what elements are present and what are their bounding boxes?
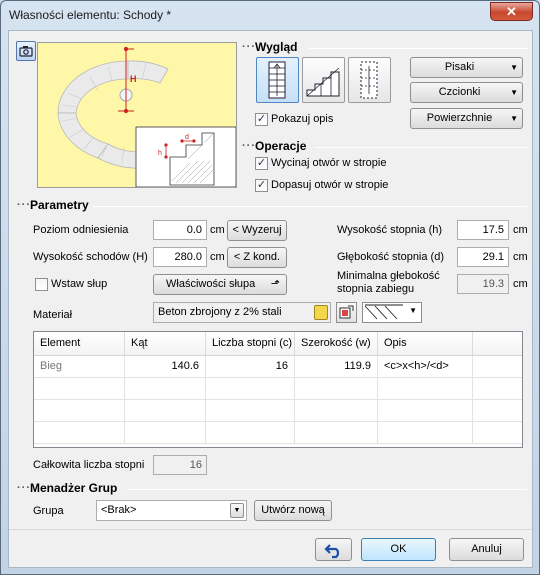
wlasciwosci-slupa-label: Właściwości słupa bbox=[166, 278, 256, 290]
divider bbox=[309, 48, 527, 49]
parametry-header: Parametry bbox=[30, 198, 89, 212]
wysokosc-schodow-input[interactable]: 280.0 bbox=[153, 247, 207, 267]
table-cell[interactable]: Bieg bbox=[34, 356, 125, 378]
column-header[interactable]: Element bbox=[34, 332, 125, 355]
stairs-section-icon bbox=[306, 67, 340, 97]
powierzchnie-dropdown[interactable]: Powierzchnie bbox=[410, 108, 523, 129]
divider bbox=[127, 489, 527, 490]
table-row[interactable]: Bieg 140.6 16 119.9 <c>x<h>/<d> bbox=[34, 356, 522, 378]
footer-divider bbox=[9, 529, 532, 530]
table-cell[interactable]: 140.6 bbox=[125, 356, 206, 378]
poziom-input[interactable]: 0.0 bbox=[153, 220, 207, 240]
material-value: Beton zbrojony z 2% stali bbox=[158, 306, 282, 318]
z-kond-button[interactable]: < Z kond. bbox=[227, 247, 287, 268]
total-steps-value: 16 bbox=[153, 455, 207, 475]
table-cell[interactable]: 16 bbox=[206, 356, 295, 378]
palette-icon bbox=[314, 305, 328, 320]
wstaw-slup-checkbox[interactable] bbox=[35, 278, 48, 291]
wysokosc-stopnia-input[interactable]: 17.5 bbox=[457, 220, 509, 240]
preview-label-d: d bbox=[185, 134, 189, 141]
pokazuj-opis-label: Pokazuj opis bbox=[271, 113, 334, 125]
czcionki-dropdown[interactable]: Czcionki bbox=[410, 82, 523, 103]
column-header[interactable]: Opis bbox=[378, 332, 473, 355]
poziom-label: Poziom odniesienia bbox=[33, 224, 129, 236]
wycinaj-checkbox[interactable]: ✓ bbox=[255, 157, 268, 170]
grupy-header: Menadżer Grup bbox=[30, 481, 118, 495]
operacje-header: Operacje bbox=[255, 139, 307, 153]
segments-table: Element Kąt Liczba stopni (c) Szerokość … bbox=[33, 331, 523, 448]
unit-label: cm bbox=[513, 224, 528, 236]
unit-label: cm bbox=[210, 224, 225, 236]
close-button[interactable]: ✕ bbox=[490, 2, 533, 21]
material-properties-button[interactable] bbox=[336, 302, 357, 323]
material-settings-icon bbox=[339, 305, 354, 319]
chevron-down-icon: ▼ bbox=[409, 306, 417, 315]
stairs-preview: H h d bbox=[37, 42, 237, 188]
wyzeruj-button[interactable]: < Wyzeruj bbox=[227, 220, 287, 241]
section-dots: ··· bbox=[242, 41, 256, 53]
dialog-window: Własności elementu: Schody * ✕ H h d ···… bbox=[0, 0, 540, 575]
preview-label-H: H bbox=[130, 74, 137, 84]
camera-icon bbox=[19, 46, 33, 57]
pisaki-dropdown[interactable]: Pisaki bbox=[410, 57, 523, 78]
column-header[interactable]: Szerokość (w) bbox=[295, 332, 378, 355]
grupa-value: <Brak> bbox=[101, 504, 137, 516]
hatch-dropdown[interactable]: ▼ bbox=[362, 302, 422, 323]
stairs-outline-icon bbox=[360, 61, 378, 99]
dopasuj-checkbox[interactable]: ✓ bbox=[255, 179, 268, 192]
table-body: Bieg 140.6 16 119.9 <c>x<h>/<d> bbox=[34, 356, 522, 448]
min-glebokosc-label: Minimalna głebokość bbox=[337, 270, 440, 282]
wyglad-header: Wygląd bbox=[255, 40, 298, 54]
unit-label: cm bbox=[513, 278, 528, 290]
material-label: Materiał bbox=[33, 309, 73, 321]
section-dots: ··· bbox=[17, 482, 31, 494]
grupa-select[interactable]: <Brak> ▼ bbox=[96, 500, 247, 521]
chevron-down-icon: ▼ bbox=[230, 503, 244, 518]
stairs-plan-icon bbox=[268, 61, 286, 99]
table-header: Element Kąt Liczba stopni (c) Szerokość … bbox=[34, 332, 522, 356]
dialog-body: H h d ··· Wygląd Pisaki ▼ Czcionki ▼ Pow… bbox=[8, 30, 533, 568]
wstaw-slup-label: Wstaw słup bbox=[51, 278, 108, 290]
table-row-empty bbox=[34, 378, 522, 400]
table-row-empty bbox=[34, 400, 522, 422]
material-select[interactable]: Beton zbrojony z 2% stali bbox=[153, 302, 331, 323]
divider bbox=[93, 206, 527, 207]
window-title: Własności elementu: Schody * bbox=[9, 8, 172, 22]
wysokosc-schodow-label: Wysokość schodów (H) bbox=[33, 251, 148, 263]
undo-button[interactable] bbox=[315, 538, 352, 561]
wysokosc-stopnia-label: Wysokość stopnia (h) bbox=[337, 224, 443, 236]
preview-label-h: h bbox=[158, 150, 162, 157]
total-steps-label: Całkowita liczba stopni bbox=[33, 459, 145, 471]
pokazuj-opis-checkbox[interactable]: ✓ bbox=[255, 113, 268, 126]
title-bar: Własności elementu: Schody * ✕ bbox=[1, 1, 539, 29]
divider bbox=[315, 147, 527, 148]
table-row-empty bbox=[34, 422, 522, 444]
anuluj-button[interactable]: Anuluj bbox=[449, 538, 524, 561]
unit-label: cm bbox=[513, 251, 528, 263]
grupa-label: Grupa bbox=[33, 505, 64, 517]
wycinaj-label: Wycinaj otwór w stropie bbox=[271, 157, 387, 169]
glebokosc-stopnia-label: Głębokość stopnia (d) bbox=[337, 251, 444, 263]
ok-button[interactable]: OK bbox=[361, 538, 436, 561]
column-header[interactable]: Kąt bbox=[125, 332, 206, 355]
undo-icon bbox=[323, 544, 339, 559]
view-outline-button[interactable] bbox=[348, 57, 391, 103]
min-glebokosc-input: 19.3 bbox=[457, 274, 509, 294]
min-glebokosc-label-2: stopnia zabiegu bbox=[337, 283, 415, 295]
open-dialog-icon: ⬏ bbox=[270, 278, 280, 290]
view-plan-button[interactable] bbox=[256, 57, 299, 103]
table-cell[interactable]: <c>x<h>/<d> bbox=[378, 356, 473, 378]
view-section-button[interactable] bbox=[302, 57, 345, 103]
wlasciwosci-slupa-button[interactable]: Właściwości słupa ⬏ bbox=[153, 274, 287, 295]
hatch-pattern-icon bbox=[364, 304, 403, 320]
dopasuj-label: Dopasuj otwór w stropie bbox=[271, 179, 389, 191]
camera-button[interactable] bbox=[16, 41, 36, 61]
utworz-nowa-button[interactable]: Utwórz nową bbox=[254, 500, 332, 521]
table-cell[interactable]: 119.9 bbox=[295, 356, 378, 378]
glebokosc-stopnia-input[interactable]: 29.1 bbox=[457, 247, 509, 267]
unit-label: cm bbox=[210, 251, 225, 263]
section-dots: ··· bbox=[242, 140, 256, 152]
section-dots: ··· bbox=[17, 199, 31, 211]
column-header[interactable]: Liczba stopni (c) bbox=[206, 332, 295, 355]
